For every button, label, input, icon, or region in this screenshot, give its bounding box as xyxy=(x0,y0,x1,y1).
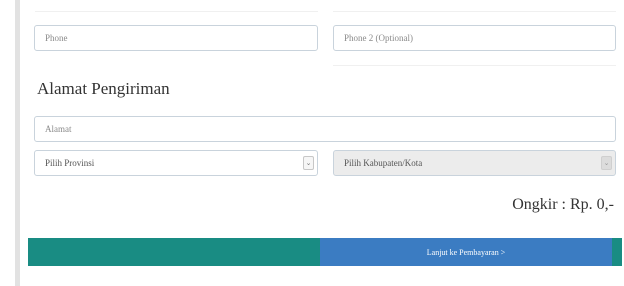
city-selected-value: Pilih Kabupaten/Kota xyxy=(344,158,423,168)
phone2-placeholder: Phone 2 (Optional) xyxy=(344,33,413,43)
province-selected-value: Pilih Provinsi xyxy=(45,158,95,168)
phone2-field[interactable]: Phone 2 (Optional) xyxy=(333,25,616,51)
city-select[interactable]: Pilih Kabupaten/Kota ⌄ xyxy=(333,150,616,176)
section-title: Alamat Pengiriman xyxy=(37,79,170,98)
province-select[interactable]: Pilih Provinsi ⌄ xyxy=(34,150,318,176)
divider xyxy=(333,65,616,66)
shipping-cost: Ongkir : Rp. 0,- xyxy=(512,196,614,213)
address-placeholder: Alamat xyxy=(45,124,72,134)
address-field[interactable]: Alamat xyxy=(34,116,616,142)
divider xyxy=(35,11,318,12)
phone-field[interactable]: Phone xyxy=(34,25,318,51)
chevron-down-icon: ⌄ xyxy=(601,156,612,170)
continue-to-payment-button[interactable]: Lanjut ke Pembayaran > xyxy=(320,238,612,266)
divider xyxy=(333,11,616,12)
left-rail xyxy=(15,0,20,286)
chevron-down-icon: ⌄ xyxy=(303,156,314,170)
phone-placeholder: Phone xyxy=(45,33,68,43)
